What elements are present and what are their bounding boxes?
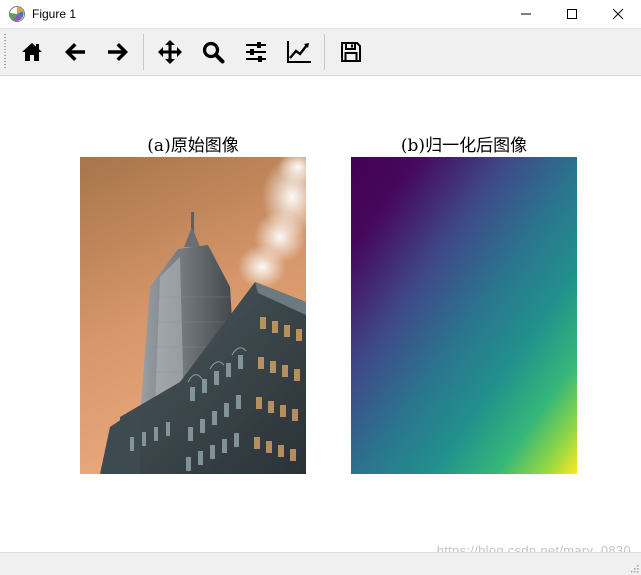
minimize-button[interactable]: [503, 0, 549, 28]
zoom-button[interactable]: [191, 32, 234, 72]
edit-axis-button[interactable]: [277, 32, 320, 72]
configure-subplots-button[interactable]: [234, 32, 277, 72]
original-image: [80, 157, 306, 474]
home-icon: [21, 43, 42, 61]
toolbar-separator: [324, 34, 325, 70]
line-chart-icon: [286, 41, 311, 63]
minimize-icon: [521, 13, 531, 15]
close-button[interactable]: [595, 0, 641, 28]
figure-canvas[interactable]: (a)原始图像 (b)归一化后图像: [0, 76, 641, 552]
window-title: Figure 1: [32, 7, 77, 21]
panel-a-title: (a)原始图像: [147, 136, 239, 156]
save-button[interactable]: [329, 32, 372, 72]
navigation-toolbar: [0, 29, 641, 76]
pan-button[interactable]: [148, 32, 191, 72]
magnifier-icon: [202, 41, 224, 64]
normalized-image: [351, 157, 577, 474]
toolbar-grip[interactable]: [4, 34, 6, 70]
resize-grip-icon[interactable]: [629, 563, 639, 573]
arrow-right-icon: [107, 43, 128, 61]
toolbar-separator: [143, 34, 144, 70]
maximize-icon: [567, 9, 577, 19]
move-icon: [157, 40, 182, 64]
home-button[interactable]: [10, 32, 53, 72]
matplotlib-app-icon: [9, 6, 25, 22]
title-bar: Figure 1: [0, 0, 641, 29]
close-icon: [612, 8, 624, 20]
arrow-left-icon: [64, 43, 85, 61]
forward-button[interactable]: [96, 32, 139, 72]
back-button[interactable]: [53, 32, 96, 72]
panel-b-title: (b)归一化后图像: [400, 136, 528, 156]
floppy-disk-icon: [340, 42, 361, 62]
status-bar: [0, 552, 641, 575]
maximize-button[interactable]: [549, 0, 595, 28]
sliders-icon: [245, 42, 266, 62]
